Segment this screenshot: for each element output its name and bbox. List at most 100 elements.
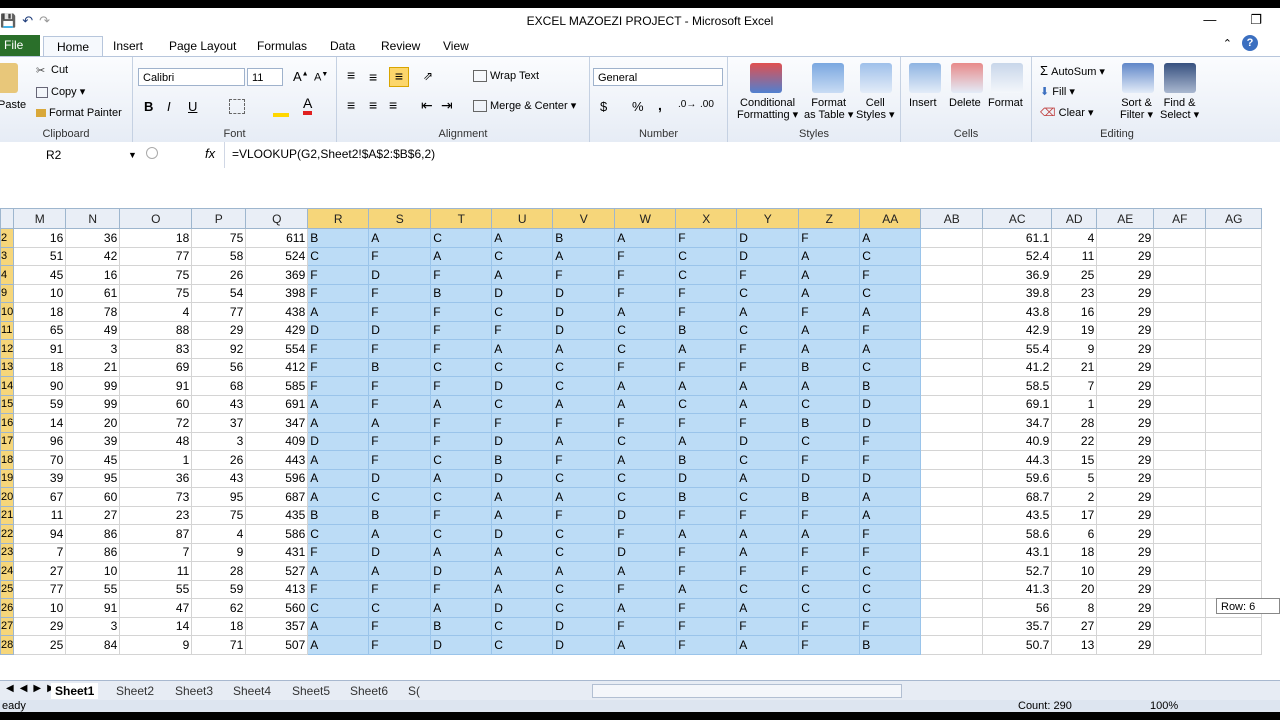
tab-insert[interactable]: Insert bbox=[113, 36, 143, 56]
cell[interactable]: 21 bbox=[1051, 357, 1098, 377]
cell-table[interactable]: M N O P Q R S T U V W X Y Z AA AB AC AD AE AF AG 2 16 36 18 75 61… bbox=[0, 208, 1263, 655]
cell[interactable]: 413 bbox=[245, 579, 309, 599]
cell[interactable] bbox=[1153, 413, 1207, 433]
cell[interactable]: 20 bbox=[1051, 579, 1098, 599]
paste-button[interactable]: Paste bbox=[0, 99, 26, 111]
cell[interactable]: 7 bbox=[13, 542, 67, 562]
cell-selected[interactable]: A bbox=[430, 246, 493, 266]
cell[interactable]: 11 bbox=[1051, 246, 1098, 266]
cell[interactable] bbox=[1205, 413, 1263, 433]
cell-selected[interactable]: C bbox=[614, 339, 677, 359]
cell[interactable]: 36 bbox=[65, 228, 121, 248]
cell[interactable]: 4 bbox=[1051, 228, 1098, 248]
cell-selected[interactable]: A bbox=[614, 635, 677, 655]
cell-selected[interactable]: F bbox=[614, 283, 677, 303]
cell-selected[interactable]: C bbox=[552, 524, 616, 544]
cell[interactable]: 72 bbox=[119, 413, 193, 433]
cell[interactable]: 50.7 bbox=[982, 635, 1053, 655]
cell[interactable]: 27 bbox=[65, 505, 121, 525]
cell[interactable]: 29 bbox=[13, 616, 67, 636]
cell[interactable] bbox=[1205, 542, 1263, 562]
row-header[interactable]: 10 bbox=[0, 302, 15, 322]
cell[interactable]: 29 bbox=[1096, 394, 1155, 414]
cell-selected[interactable]: F bbox=[614, 357, 677, 377]
cell-selected[interactable]: F bbox=[798, 450, 861, 470]
column-header-x[interactable]: X bbox=[675, 208, 738, 229]
cell-selected[interactable]: C bbox=[798, 579, 861, 599]
cell[interactable]: 73 bbox=[119, 487, 193, 507]
cell[interactable]: 7 bbox=[119, 542, 193, 562]
cell[interactable]: 691 bbox=[245, 394, 309, 414]
sheet-tab-7[interactable]: S( bbox=[408, 683, 420, 699]
cell[interactable] bbox=[1153, 246, 1207, 266]
cell[interactable]: 77 bbox=[119, 246, 193, 266]
cell-selected[interactable]: F bbox=[307, 339, 370, 359]
cell[interactable]: 94 bbox=[13, 524, 67, 544]
column-header-y[interactable]: Y bbox=[736, 208, 800, 229]
cell-selected[interactable]: A bbox=[736, 376, 800, 396]
cell[interactable]: 29 bbox=[1096, 246, 1155, 266]
cell-selected[interactable]: F bbox=[368, 635, 432, 655]
cell[interactable]: 99 bbox=[65, 376, 121, 396]
cell-selected[interactable]: D bbox=[552, 616, 616, 636]
cell-selected[interactable]: D bbox=[552, 283, 616, 303]
cell-selected[interactable]: B bbox=[552, 228, 616, 248]
cell-selected[interactable]: A bbox=[614, 302, 677, 322]
cell-selected[interactable]: D bbox=[614, 542, 677, 562]
tab-page-layout[interactable]: Page Layout bbox=[169, 36, 236, 56]
cell[interactable]: 55 bbox=[65, 579, 121, 599]
cell-selected[interactable]: D bbox=[859, 468, 922, 488]
cell[interactable]: 18 bbox=[1051, 542, 1098, 562]
cell[interactable]: 347 bbox=[245, 413, 309, 433]
cell[interactable]: 23 bbox=[1051, 283, 1098, 303]
cell[interactable] bbox=[1205, 376, 1263, 396]
cell[interactable]: 88 bbox=[119, 320, 193, 340]
cell-selected[interactable]: A bbox=[859, 228, 922, 248]
cell-selected[interactable]: A bbox=[491, 228, 554, 248]
cell[interactable]: 15 bbox=[1051, 450, 1098, 470]
cell[interactable]: 44.3 bbox=[982, 450, 1053, 470]
cell-selected[interactable]: C bbox=[307, 246, 370, 266]
cell-selected[interactable]: A bbox=[798, 339, 861, 359]
format-cells-button[interactable]: Format bbox=[988, 97, 1023, 109]
help-icon[interactable]: ? bbox=[1242, 35, 1258, 51]
cell-selected[interactable]: A bbox=[491, 505, 554, 525]
grow-font-button[interactable]: A▲ bbox=[293, 69, 309, 84]
delete-cells-icon[interactable] bbox=[951, 63, 983, 93]
cell-selected[interactable]: A bbox=[614, 561, 677, 581]
italic-button[interactable]: I bbox=[167, 99, 171, 114]
cell-selected[interactable]: A bbox=[614, 376, 677, 396]
zoom-level[interactable]: 100% bbox=[1150, 700, 1178, 712]
column-header-q[interactable]: Q bbox=[245, 208, 309, 229]
cell[interactable]: 39 bbox=[65, 431, 121, 451]
cell-selected[interactable]: F bbox=[491, 320, 554, 340]
row-header[interactable]: 3 bbox=[0, 246, 15, 266]
borders-button[interactable] bbox=[229, 99, 245, 114]
cell[interactable]: 29 bbox=[1096, 635, 1155, 655]
cell[interactable]: 77 bbox=[13, 579, 67, 599]
horizontal-scrollbar[interactable] bbox=[592, 684, 902, 698]
column-header-ac[interactable]: AC bbox=[982, 208, 1053, 229]
cell-selected[interactable]: C bbox=[798, 598, 861, 618]
cell-selected[interactable]: F bbox=[675, 616, 738, 636]
cell[interactable]: 25 bbox=[1051, 265, 1098, 285]
cell[interactable]: 16 bbox=[1051, 302, 1098, 322]
cell[interactable]: 22 bbox=[1051, 431, 1098, 451]
row-header[interactable]: 28 bbox=[0, 635, 15, 655]
cell-selected[interactable]: B bbox=[368, 357, 432, 377]
cell-selected[interactable]: F bbox=[798, 561, 861, 581]
cell[interactable] bbox=[920, 394, 984, 414]
cell[interactable] bbox=[1205, 339, 1263, 359]
cell[interactable]: 29 bbox=[1096, 487, 1155, 507]
cell[interactable]: 3 bbox=[191, 431, 247, 451]
cell-selected[interactable]: C bbox=[614, 320, 677, 340]
cell-selected[interactable]: A bbox=[368, 561, 432, 581]
cell[interactable] bbox=[1205, 561, 1263, 581]
cell[interactable]: 43 bbox=[191, 394, 247, 414]
cell-selected[interactable]: B bbox=[859, 635, 922, 655]
cell[interactable] bbox=[1205, 431, 1263, 451]
cell-selected[interactable]: F bbox=[859, 450, 922, 470]
cell-selected[interactable]: F bbox=[614, 246, 677, 266]
cell[interactable]: 27 bbox=[13, 561, 67, 581]
cell-selected[interactable]: A bbox=[307, 616, 370, 636]
